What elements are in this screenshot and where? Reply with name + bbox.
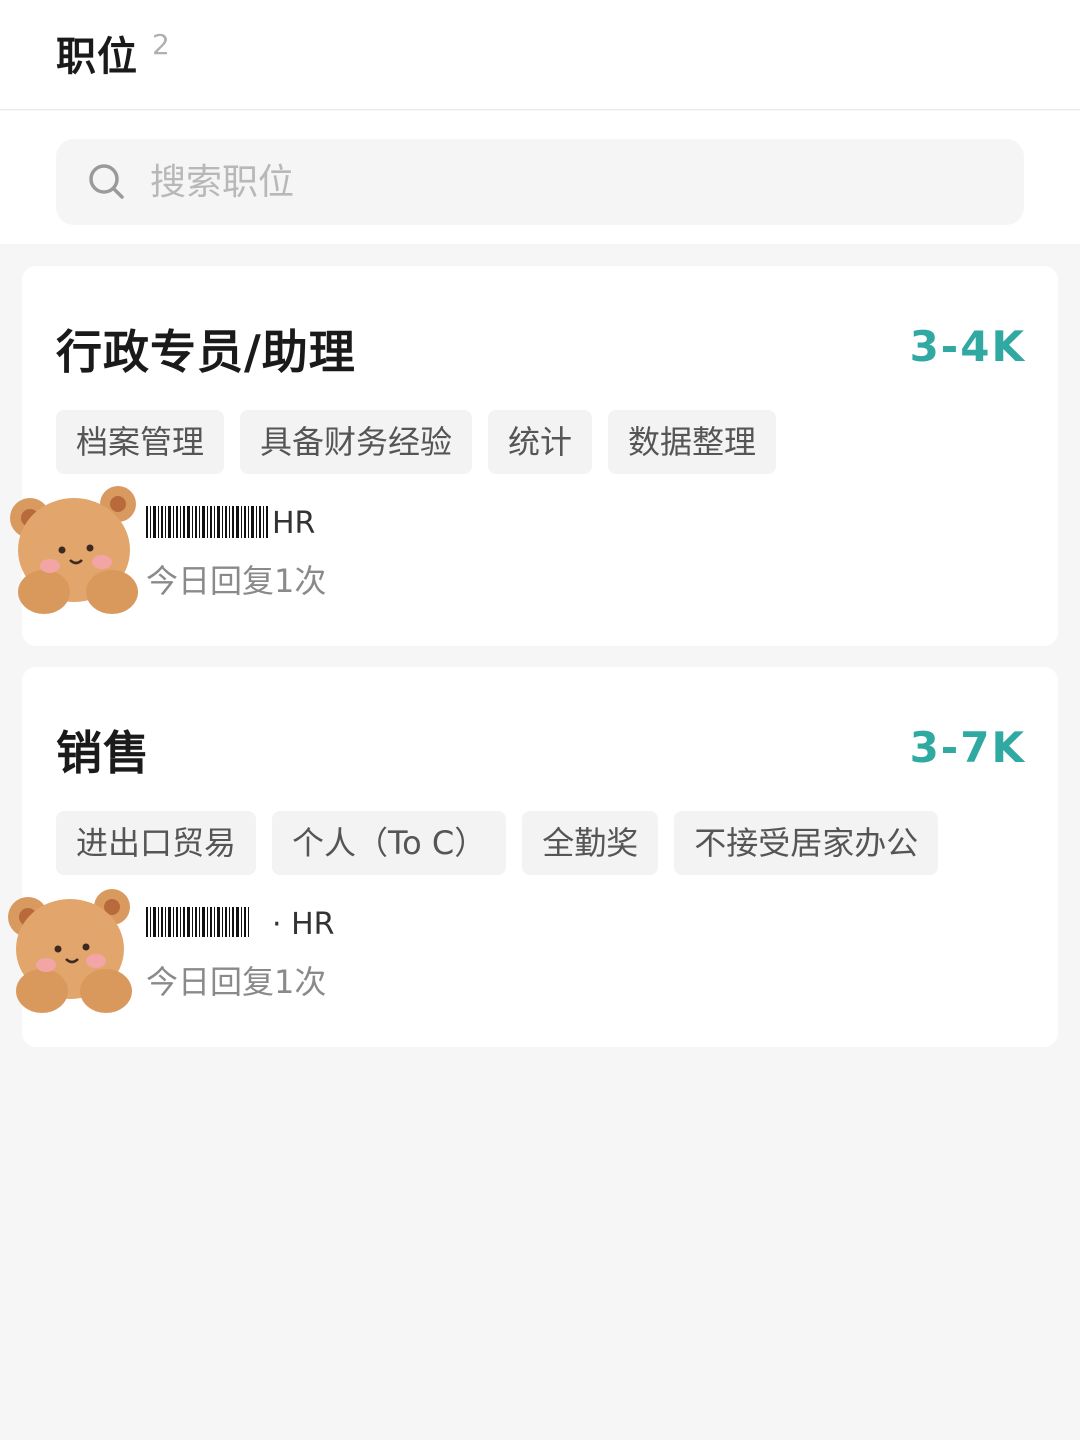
job-tag: 个人（To C）: [272, 811, 507, 875]
job-tag: 进出口贸易: [56, 811, 257, 875]
job-title: 销售: [56, 726, 150, 780]
search-area: [0, 111, 1080, 244]
salary-label: 3-4K: [909, 322, 1026, 371]
reply-status: 今日回复1次: [146, 562, 327, 600]
job-tag: 不接受居家办公: [674, 811, 939, 875]
page-title: 职位: [56, 34, 138, 80]
recruiter-title: HR: [272, 506, 316, 541]
job-card[interactable]: 销售 3-7K 进出口贸易 个人（To C） 全勤奖 不接受居家办公 · HR …: [8, 667, 1058, 1047]
barcode-icon: [146, 506, 268, 538]
reply-status: 今日回复1次: [146, 963, 327, 1001]
job-tag: 统计: [488, 410, 593, 474]
barcode-icon: [146, 907, 249, 937]
tag-list: 档案管理 具备财务经验 统计 数据整理: [56, 410, 777, 474]
header: 职位 2: [0, 0, 1080, 110]
job-count: 2: [152, 28, 170, 61]
job-tag: 档案管理: [56, 410, 225, 474]
job-tag: 具备财务经验: [240, 410, 473, 474]
job-title: 行政专员/助理: [56, 325, 356, 379]
salary-label: 3-7K: [909, 723, 1026, 772]
bear-avatar-icon: [10, 486, 138, 614]
search-input[interactable]: [150, 157, 990, 207]
tag-list: 进出口贸易 个人（To C） 全勤奖 不接受居家办公: [56, 811, 939, 875]
job-tag: 数据整理: [608, 410, 777, 474]
search-icon: [89, 164, 124, 199]
search-box[interactable]: [56, 139, 1024, 225]
job-card[interactable]: 行政专员/助理 3-4K 档案管理 具备财务经验 统计 数据整理 HR 今日回复…: [10, 266, 1058, 646]
recruiter-title: · HR: [272, 907, 335, 942]
job-tag: 全勤奖: [522, 811, 659, 875]
bear-avatar-icon: [8, 889, 132, 1013]
